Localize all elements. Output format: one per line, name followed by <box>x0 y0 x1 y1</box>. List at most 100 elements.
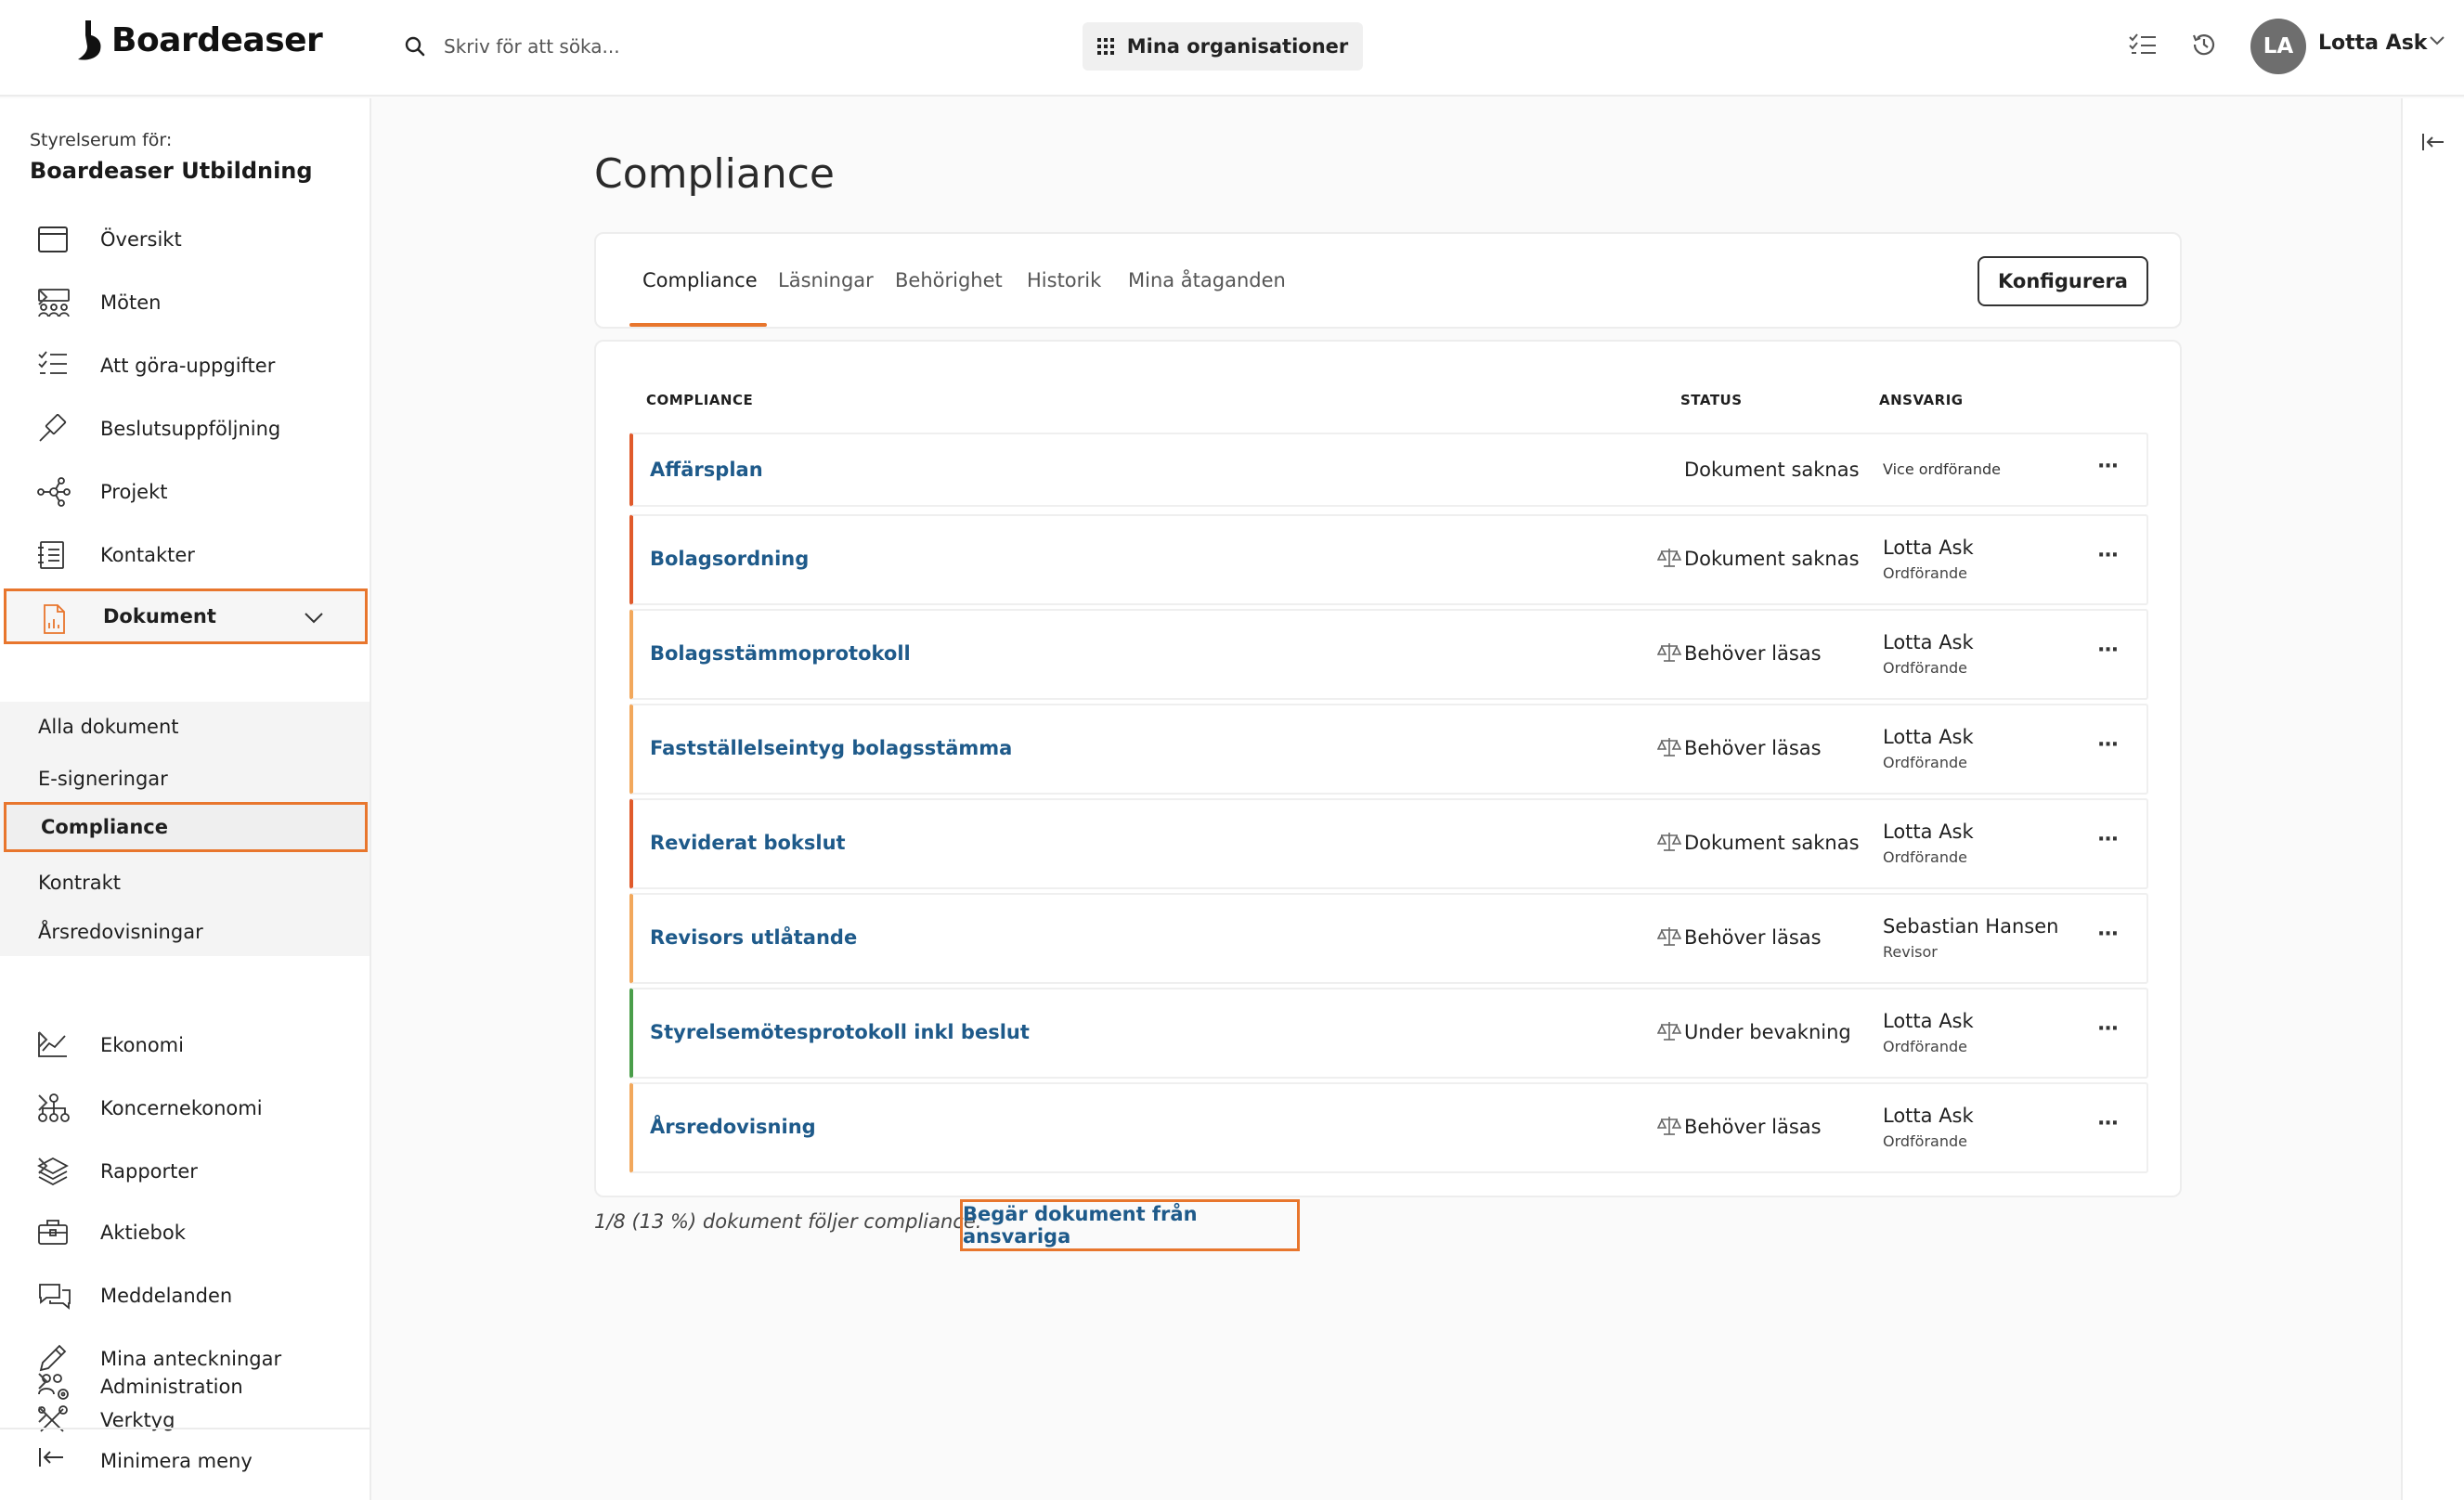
responsible-role: Ordförande <box>1883 659 1967 677</box>
more-options-icon[interactable]: ··· <box>2097 639 2119 662</box>
sidebar-item-label: Meddelanden <box>100 1285 233 1307</box>
scale-icon <box>1656 1019 1682 1047</box>
compliance-item-link[interactable]: Styrelsemötesprotokoll inkl beslut <box>650 1021 1030 1043</box>
scale-icon <box>1656 735 1682 763</box>
tab-readings[interactable]: Läsningar <box>778 269 874 291</box>
sidebar-item-label: Beslutsuppföljning <box>100 418 281 440</box>
sidebar-item-aktiebok[interactable]: Aktiebok <box>0 1205 371 1261</box>
chevron-right-icon <box>37 288 69 317</box>
table-row[interactable]: Bolagsordning Dokument saknas Lotta Ask Ord… <box>629 514 2148 605</box>
table-row[interactable]: Reviderat bokslut Dokument saknas Lotta As… <box>629 798 2148 889</box>
sidebar-item-label: Administration <box>100 1376 243 1398</box>
compliance-item-link[interactable]: Fastställelseintyg bolagsstämma <box>650 737 1012 759</box>
sidebar-item-projekt[interactable]: Projekt <box>0 464 371 520</box>
status-text: Behöver läsas <box>1684 737 1822 759</box>
search-input[interactable]: Skriv för att söka... <box>444 35 620 58</box>
responsible-role: Vice ordförande <box>1883 460 2001 478</box>
status-text: Dokument saknas <box>1684 548 1860 570</box>
responsible-role: Ordförande <box>1883 1038 1967 1055</box>
network-icon <box>37 477 71 507</box>
calendar-icon <box>37 225 69 254</box>
compliance-item-link[interactable]: Bolagsordning <box>650 548 809 570</box>
more-options-icon[interactable]: ··· <box>2097 1112 2119 1135</box>
table-row[interactable]: Fastställelseintyg bolagsstämma Behöver l… <box>629 704 2148 795</box>
column-header-status: STATUS <box>1680 392 1743 408</box>
sidebar-item-decisions[interactable]: Beslutsuppföljning <box>0 401 371 457</box>
sidebar-item-ekonomi[interactable]: Ekonomi <box>0 1017 371 1073</box>
top-bar: Boardeaser Skriv för att söka... Mina or… <box>0 0 2464 97</box>
minimize-menu-button[interactable]: Minimera meny <box>0 1433 371 1489</box>
more-options-icon[interactable]: ··· <box>2097 1017 2119 1041</box>
tasks-icon[interactable] <box>2126 28 2159 61</box>
status-text: Behöver läsas <box>1684 642 1822 665</box>
app-name: Boardeaser <box>111 20 323 59</box>
submenu-item-all-documents[interactable]: Alla dokument <box>0 702 370 752</box>
sidebar-item-oversikt[interactable]: Översikt <box>0 212 371 267</box>
board-label: Styrelserum för: <box>30 130 173 150</box>
responsible-name: Lotta Ask <box>1883 1105 1974 1127</box>
more-options-icon[interactable]: ··· <box>2097 828 2119 851</box>
sidebar-item-meddelanden[interactable]: Meddelanden <box>0 1268 371 1324</box>
more-options-icon[interactable]: ··· <box>2097 544 2119 567</box>
request-documents-button[interactable]: Begär dokument från ansvariga <box>960 1199 1300 1251</box>
more-options-icon[interactable]: ··· <box>2097 733 2119 756</box>
board-name: Boardeaser Utbildning <box>30 158 313 184</box>
status-text: Under bevakning <box>1684 1021 1851 1043</box>
sidebar-item-rapporter[interactable]: Rapporter <box>0 1144 371 1199</box>
responsible-role: Ordförande <box>1883 754 1967 771</box>
tab-history[interactable]: Historik <box>1027 269 1101 291</box>
responsible-name: Lotta Ask <box>1883 631 1974 653</box>
more-options-icon[interactable]: ··· <box>2097 923 2119 946</box>
table-row[interactable]: Årsredovisning Behöver läsas Lotta Ask Ordf… <box>629 1082 2148 1173</box>
collapse-left-icon[interactable] <box>2421 132 2445 152</box>
table-row[interactable]: Styrelsemötesprotokoll inkl beslut Under … <box>629 988 2148 1079</box>
app-logo[interactable]: Boardeaser <box>72 17 323 63</box>
chevron-right-icon <box>37 1157 69 1186</box>
table-row[interactable]: Affärsplan Dokument saknas Vice ordförande… <box>629 433 2148 507</box>
configure-button[interactable]: Konfigurera <box>1978 256 2148 306</box>
sidebar-item-label: Aktiebok <box>100 1222 186 1244</box>
chevron-right-icon <box>37 1030 69 1060</box>
user-name[interactable]: Lotta Ask <box>2318 32 2427 55</box>
search-bar[interactable]: Skriv för att söka... <box>405 26 620 67</box>
history-icon[interactable] <box>2187 28 2221 61</box>
chevron-right-icon <box>37 1372 69 1402</box>
table-row[interactable]: Bolagsstämmoprotokoll Behöver läsas Lotta … <box>629 609 2148 700</box>
boardeaser-logo-icon <box>72 19 104 61</box>
tab-permissions[interactable]: Behörighet <box>895 269 1003 291</box>
sidebar-item-label: Projekt <box>100 481 168 503</box>
chevron-down-icon[interactable] <box>2429 35 2445 46</box>
compliance-item-link[interactable]: Årsredovisning <box>650 1116 816 1138</box>
sidebar-item-administration[interactable]: Administration <box>0 1359 371 1415</box>
table-row[interactable]: Revisors utlåtande Behöver läsas Sebastian… <box>629 893 2148 984</box>
status-text: Dokument saknas <box>1684 459 1860 481</box>
gavel-icon <box>37 414 69 444</box>
sidebar-item-label: Kontakter <box>100 544 195 566</box>
sidebar-item-dokument[interactable]: Dokument <box>4 588 368 644</box>
sidebar-item-tasks[interactable]: Att göra-uppgifter <box>0 338 371 394</box>
avatar[interactable]: LA <box>2250 19 2306 74</box>
responsible-name: Sebastian Hansen <box>1883 915 2059 938</box>
compliance-summary: 1/8 (13 %) dokument följer compliance. <box>594 1210 982 1233</box>
more-options-icon[interactable]: ··· <box>2097 455 2119 478</box>
submenu-item-compliance[interactable]: Compliance <box>4 802 368 852</box>
sidebar-item-label: Översikt <box>100 228 182 251</box>
my-organizations-button[interactable]: Mina organisationer <box>1083 22 1363 71</box>
chevron-down-icon <box>304 612 335 641</box>
responsible-role: Ordförande <box>1883 848 1967 866</box>
compliance-item-link[interactable]: Revisors utlåtande <box>650 926 857 949</box>
tab-my-commitments[interactable]: Mina åtaganden <box>1128 269 1286 291</box>
compliance-item-link[interactable]: Affärsplan <box>650 459 763 481</box>
search-icon <box>405 36 425 57</box>
submenu-item-contracts[interactable]: Kontrakt <box>0 858 370 908</box>
scale-icon <box>1656 546 1682 574</box>
tab-compliance[interactable]: Compliance <box>642 269 758 291</box>
submenu-item-annual-reports[interactable]: Årsredovisningar <box>0 908 370 956</box>
sidebar-item-moten[interactable]: Möten <box>0 275 371 330</box>
page-title: Compliance <box>594 150 835 198</box>
sidebar-item-kontakter[interactable]: Kontakter <box>0 527 371 583</box>
compliance-item-link[interactable]: Bolagsstämmoprotokoll <box>650 642 911 665</box>
submenu-item-e-signatures[interactable]: E-signeringar <box>0 754 370 804</box>
sidebar-item-koncernekonomi[interactable]: Koncernekonomi <box>0 1080 371 1136</box>
compliance-item-link[interactable]: Reviderat bokslut <box>650 832 846 854</box>
